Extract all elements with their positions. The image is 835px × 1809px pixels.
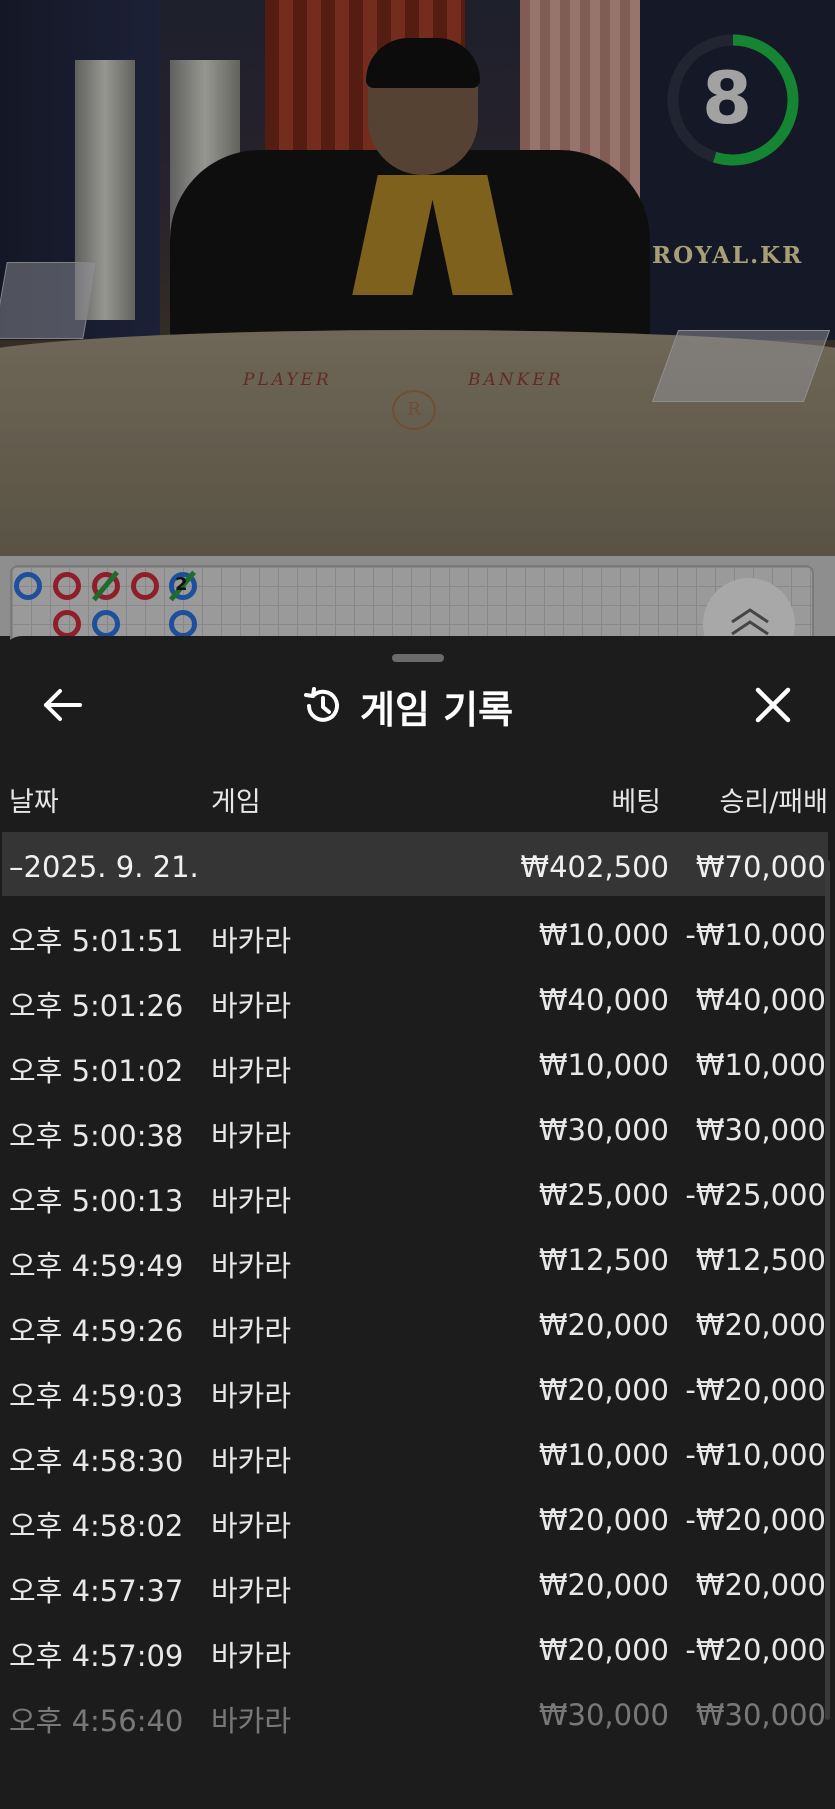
overlay-dim — [0, 0, 835, 556]
row-bet: ₩10,000 — [538, 1438, 669, 1472]
row-result: ₩20,000 — [695, 1568, 826, 1602]
bead-player — [92, 610, 120, 638]
row-game: 바카라 — [211, 1444, 292, 1478]
history-row[interactable]: 오후 4:58:30 바카라 ₩10,000 -₩10,000 — [0, 1428, 835, 1484]
row-time: 오후 4:58:30 — [9, 1444, 184, 1478]
row-game: 바카라 — [211, 1704, 292, 1738]
row-game: 바카라 — [211, 924, 292, 958]
row-result: -₩20,000 — [685, 1503, 826, 1537]
row-game: 바카라 — [211, 1184, 292, 1218]
close-icon — [755, 687, 791, 723]
row-result: -₩20,000 — [685, 1633, 826, 1667]
row-time: 오후 4:59:49 — [9, 1249, 184, 1283]
row-game: 바카라 — [211, 1639, 292, 1673]
row-time: 오후 4:59:26 — [9, 1314, 184, 1348]
row-bet: ₩20,000 — [538, 1568, 669, 1602]
panel-header: 게임 기록 — [300, 676, 513, 736]
row-result: -₩10,000 — [685, 918, 826, 952]
column-header-game: 게임 — [211, 787, 261, 818]
row-time: 오후 5:01:26 — [9, 989, 184, 1023]
row-time: 오후 5:01:02 — [9, 1054, 184, 1088]
column-header-date: 날짜 — [9, 787, 59, 818]
row-game: 바카라 — [211, 1249, 292, 1283]
history-row[interactable]: 오후 5:01:26 바카라 ₩40,000 ₩40,000 — [0, 973, 835, 1029]
row-bet: ₩20,000 — [538, 1373, 669, 1407]
row-time: 오후 4:58:02 — [9, 1509, 184, 1543]
row-result: ₩10,000 — [695, 1048, 826, 1082]
history-row[interactable]: 오후 5:00:38 바카라 ₩30,000 ₩30,000 — [0, 1103, 835, 1159]
row-result: -₩10,000 — [685, 1438, 826, 1472]
row-game: 바카라 — [211, 1119, 292, 1153]
row-time: 오후 4:57:37 — [9, 1574, 184, 1608]
bead-banker — [53, 610, 81, 638]
row-result: ₩30,000 — [695, 1698, 826, 1732]
row-bet: ₩10,000 — [538, 1048, 669, 1082]
row-game: 바카라 — [211, 1379, 292, 1413]
row-bet: ₩12,500 — [538, 1243, 669, 1277]
row-bet: ₩20,000 — [538, 1308, 669, 1342]
row-bet: ₩20,000 — [538, 1633, 669, 1667]
date-group-result-total: ₩70,000 — [695, 850, 826, 884]
row-game: 바카라 — [211, 1574, 292, 1608]
row-bet: ₩10,000 — [538, 918, 669, 952]
history-row[interactable]: 오후 5:01:02 바카라 ₩10,000 ₩10,000 — [0, 1038, 835, 1094]
date-group-label: –2025. 9. 21. — [9, 850, 199, 884]
history-row[interactable]: 오후 4:57:09 바카라 ₩20,000 -₩20,000 — [0, 1623, 835, 1679]
history-row[interactable]: 오후 4:56:40 바카라 ₩30,000 ₩30,000 — [0, 1688, 835, 1744]
column-header-result: 승리/패배 — [719, 787, 828, 818]
row-result: -₩20,000 — [685, 1373, 826, 1407]
history-row[interactable]: 오후 4:57:37 바카라 ₩20,000 ₩20,000 — [0, 1558, 835, 1614]
row-result: ₩30,000 — [695, 1113, 826, 1147]
row-time: 오후 5:01:51 — [9, 924, 184, 958]
close-button[interactable] — [750, 682, 796, 728]
drag-handle[interactable] — [392, 654, 444, 662]
row-bet: ₩30,000 — [538, 1698, 669, 1732]
row-result: -₩25,000 — [685, 1178, 826, 1212]
history-row[interactable]: 오후 5:00:13 바카라 ₩25,000 -₩25,000 — [0, 1168, 835, 1224]
chevron-up-icon — [731, 608, 769, 636]
row-bet: ₩20,000 — [538, 1503, 669, 1537]
row-time: 오후 4:57:09 — [9, 1639, 184, 1673]
back-button[interactable] — [38, 680, 88, 730]
history-icon — [304, 687, 339, 722]
back-arrow-icon — [44, 689, 82, 721]
row-game: 바카라 — [211, 1314, 292, 1348]
row-game: 바카라 — [211, 989, 292, 1023]
bead-number: 2 — [175, 574, 188, 595]
bead-banker — [131, 572, 159, 600]
bead-player — [169, 610, 197, 638]
row-bet: ₩40,000 — [538, 983, 669, 1017]
history-row[interactable]: 오후 5:01:51 바카라 ₩10,000 -₩10,000 — [0, 908, 835, 964]
row-bet: ₩30,000 — [538, 1113, 669, 1147]
history-row[interactable]: 오후 4:58:02 바카라 ₩20,000 -₩20,000 — [0, 1493, 835, 1549]
row-time: 오후 4:59:03 — [9, 1379, 184, 1413]
date-group-bet-total: ₩402,500 — [520, 850, 669, 884]
row-time: 오후 5:00:38 — [9, 1119, 184, 1153]
history-row[interactable]: 오후 4:59:49 바카라 ₩12,500 ₩12,500 — [0, 1233, 835, 1289]
row-result: ₩12,500 — [695, 1243, 826, 1277]
live-video-stream: PLAYER BANKER R 8 ROYAL.KR — [0, 0, 835, 556]
row-time: 오후 4:56:40 — [9, 1704, 184, 1738]
row-result: ₩20,000 — [695, 1308, 826, 1342]
bead-player — [14, 572, 42, 600]
row-bet: ₩25,000 — [538, 1178, 669, 1212]
history-row[interactable]: 오후 4:59:26 바카라 ₩20,000 ₩20,000 — [0, 1298, 835, 1354]
row-time: 오후 5:00:13 — [9, 1184, 184, 1218]
row-result: ₩40,000 — [695, 983, 826, 1017]
row-game: 바카라 — [211, 1054, 292, 1088]
panel-title: 게임 기록 — [360, 687, 514, 732]
column-header-bet: 베팅 — [611, 787, 661, 818]
history-row[interactable]: 오후 4:59:03 바카라 ₩20,000 -₩20,000 — [0, 1363, 835, 1419]
bead-banker — [53, 572, 81, 600]
row-game: 바카라 — [211, 1509, 292, 1543]
scrollbar[interactable] — [825, 860, 830, 1720]
